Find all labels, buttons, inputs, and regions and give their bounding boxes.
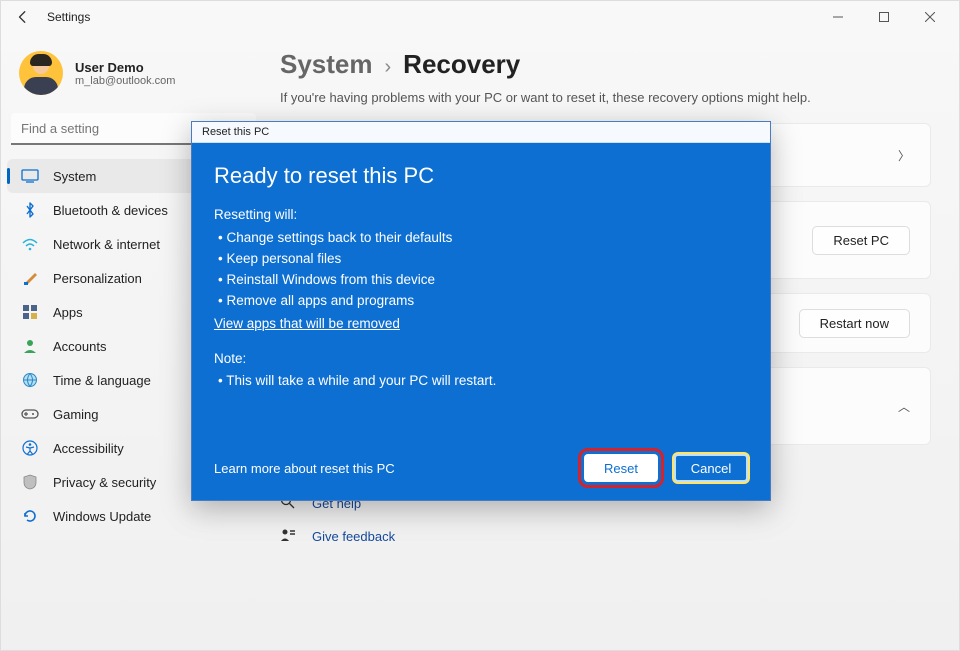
shield-icon — [21, 473, 39, 491]
profile-name: User Demo — [75, 60, 175, 75]
brush-icon — [21, 269, 39, 287]
learn-more-link[interactable]: Learn more about reset this PC — [214, 461, 395, 476]
nav-windows-update[interactable]: Windows Update — [7, 499, 260, 533]
settings-window: Settings User Demo m_lab@outlook.com — [0, 0, 960, 651]
minimize-button[interactable] — [815, 1, 861, 33]
accessibility-icon — [21, 439, 39, 457]
reset-bullet: Keep personal files — [218, 249, 748, 270]
dialog-titlebar: Reset this PC — [192, 122, 770, 143]
nav-label: Gaming — [53, 407, 99, 422]
maximize-button[interactable] — [861, 1, 907, 33]
reset-bullets: Change settings back to their defaults K… — [214, 228, 748, 312]
chevron-right-icon: 〉 — [898, 147, 910, 164]
resetting-will-label: Resetting will: — [214, 205, 748, 226]
dialog-footer: Learn more about reset this PC Reset Can… — [214, 392, 748, 482]
breadcrumb-parent[interactable]: System — [280, 49, 373, 80]
reset-this-pc-dialog: Reset this PC Ready to reset this PC Res… — [191, 121, 771, 501]
wifi-icon — [21, 235, 39, 253]
gaming-icon — [21, 405, 39, 423]
view-apps-link[interactable]: View apps that will be removed — [214, 314, 400, 335]
avatar-icon — [19, 51, 63, 95]
person-icon — [21, 337, 39, 355]
system-icon — [21, 167, 39, 185]
titlebar: Settings — [1, 1, 959, 33]
note-label: Note: — [214, 349, 748, 370]
reset-bullet: Remove all apps and programs — [218, 291, 748, 312]
globe-icon — [21, 371, 39, 389]
window-title: Settings — [47, 10, 90, 24]
nav-label: Network & internet — [53, 237, 160, 252]
dialog-body: Ready to reset this PC Resetting will: C… — [192, 143, 770, 500]
nav-label: System — [53, 169, 96, 184]
breadcrumb-current: Recovery — [403, 49, 520, 80]
profile-block[interactable]: User Demo m_lab@outlook.com — [1, 45, 266, 113]
breadcrumb-separator: › — [385, 56, 392, 79]
cancel-button[interactable]: Cancel — [674, 454, 748, 482]
breadcrumb: System › Recovery — [280, 49, 931, 90]
close-button[interactable] — [907, 1, 953, 33]
nav-label: Apps — [53, 305, 83, 320]
restart-now-button[interactable]: Restart now — [799, 309, 910, 338]
feedback-icon — [280, 527, 298, 546]
nav-label: Windows Update — [53, 509, 151, 524]
window-controls — [815, 1, 953, 33]
apps-icon — [21, 303, 39, 321]
back-button[interactable] — [7, 1, 39, 33]
reset-bullet: Reinstall Windows from this device — [218, 270, 748, 291]
nav-label: Time & language — [53, 373, 151, 388]
reset-button[interactable]: Reset — [584, 454, 658, 482]
chevron-up-icon: ︿ — [898, 398, 910, 415]
nav-label: Accounts — [53, 339, 106, 354]
bluetooth-icon — [21, 201, 39, 219]
profile-email: m_lab@outlook.com — [75, 75, 175, 87]
update-icon — [21, 507, 39, 525]
nav-label: Accessibility — [53, 441, 124, 456]
nav-label: Bluetooth & devices — [53, 203, 168, 218]
nav-label: Privacy & security — [53, 475, 156, 490]
reset-pc-button[interactable]: Reset PC — [812, 226, 910, 255]
page-subtitle: If you're having problems with your PC o… — [280, 90, 931, 123]
give-feedback-link[interactable]: Give feedback — [280, 520, 931, 553]
reset-bullet: Change settings back to their defaults — [218, 228, 748, 249]
give-feedback-label: Give feedback — [312, 529, 395, 544]
note-bullet: This will take a while and your PC will … — [218, 371, 748, 392]
dialog-heading: Ready to reset this PC — [214, 163, 748, 189]
nav-label: Personalization — [53, 271, 142, 286]
